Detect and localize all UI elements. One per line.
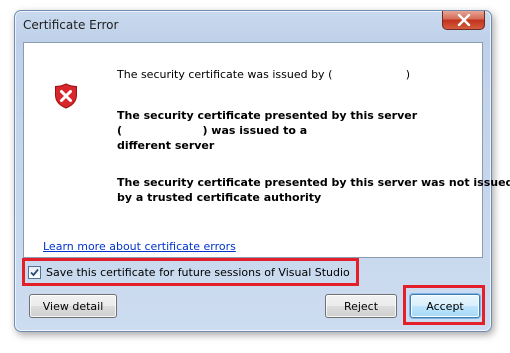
message-panel: The security certificate was issued by (… bbox=[23, 42, 510, 258]
reject-button[interactable]: Reject bbox=[325, 294, 397, 318]
save-certificate-option[interactable]: Save this certificate for future session… bbox=[22, 258, 359, 286]
checkmark-icon bbox=[30, 268, 39, 276]
save-certificate-checkbox[interactable] bbox=[28, 265, 41, 279]
view-detail-button[interactable]: View detail bbox=[29, 294, 117, 318]
presented-by-message: The security certificate presented by th… bbox=[117, 108, 447, 153]
dialog-title: Certificate Error bbox=[23, 18, 119, 32]
presented-line-3: different server bbox=[117, 139, 215, 152]
certificate-error-dialog: Certificate Error The security certifica… bbox=[14, 10, 510, 332]
untrusted-authority-message: The security certificate presented by th… bbox=[117, 175, 510, 205]
learn-more-link[interactable]: Learn more about certificate errors bbox=[43, 240, 236, 253]
untrusted-line-1: The security certificate presented by th… bbox=[117, 176, 510, 189]
untrusted-line-2: by a trusted certificate authority bbox=[117, 191, 322, 204]
presented-line-1: The security certificate presented by th… bbox=[117, 109, 418, 122]
issued-by-text: The security certificate was issued by (… bbox=[117, 68, 411, 81]
presented-line-2: ( ) was issued to a bbox=[117, 124, 308, 137]
close-button[interactable] bbox=[442, 11, 485, 30]
accept-button[interactable]: Accept bbox=[410, 294, 480, 318]
save-certificate-label: Save this certificate for future session… bbox=[46, 265, 350, 279]
close-icon bbox=[457, 14, 470, 26]
error-shield-icon bbox=[54, 83, 78, 113]
